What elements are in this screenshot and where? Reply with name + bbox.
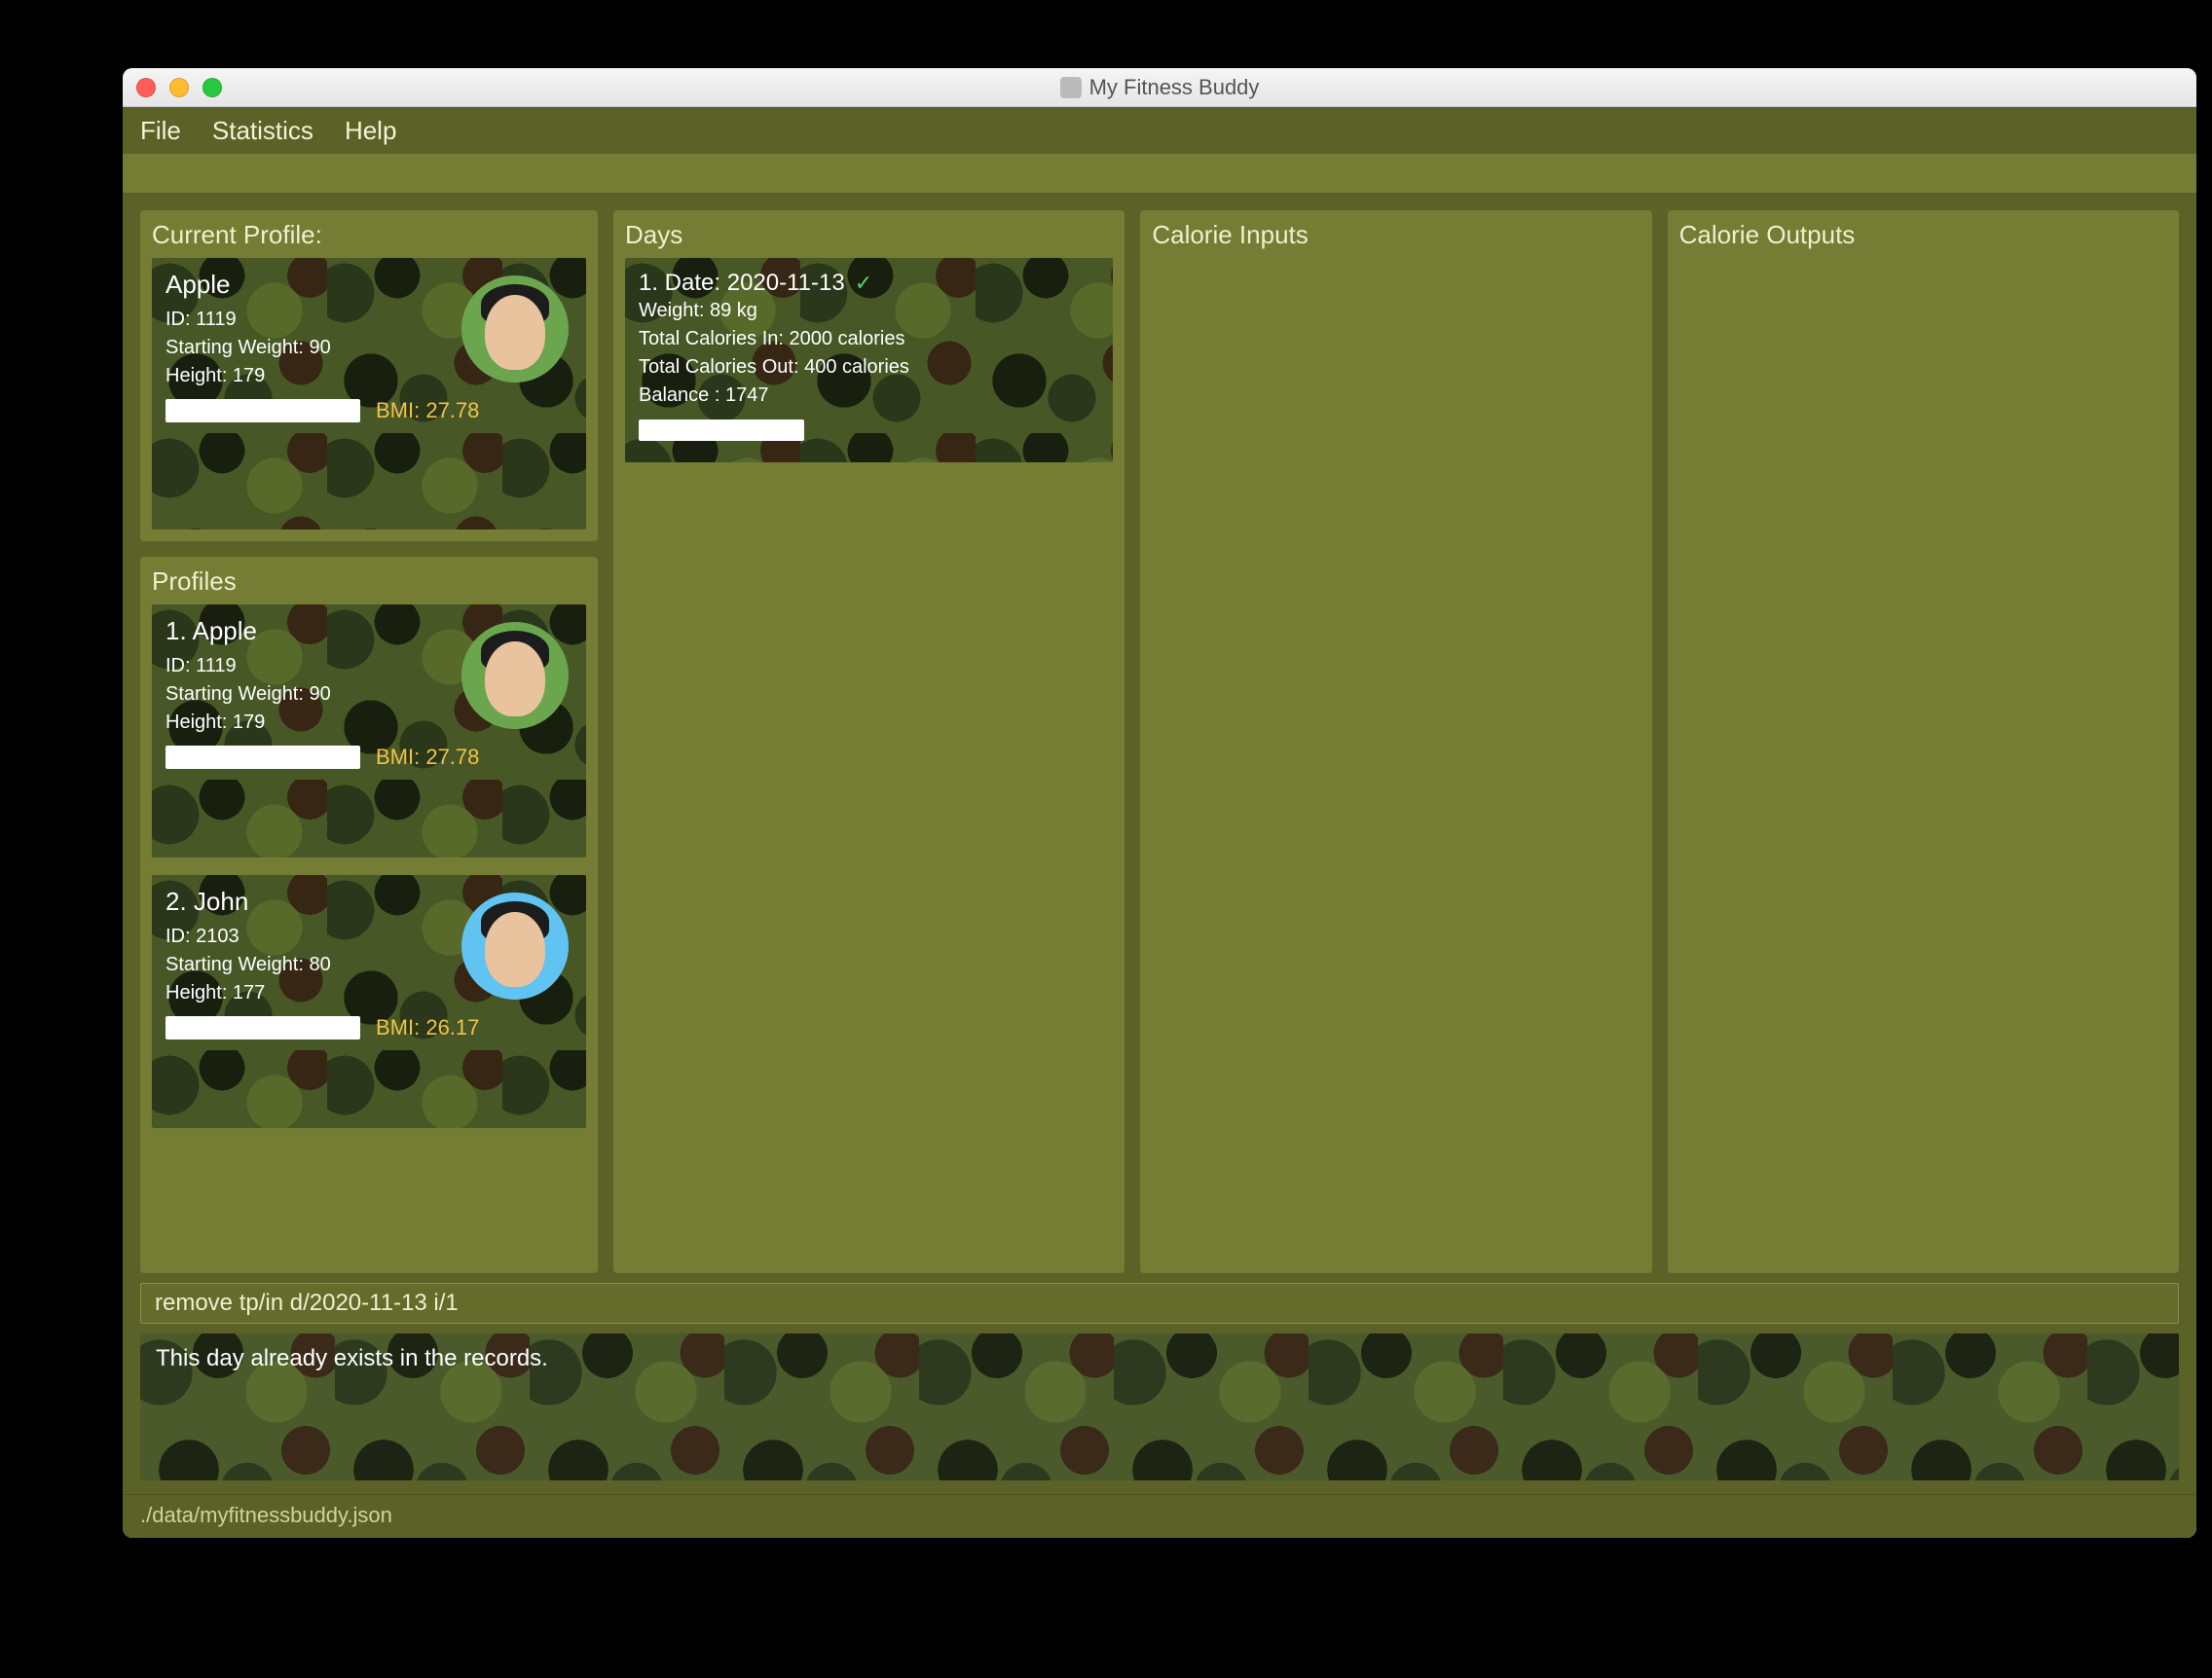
avatar: [461, 622, 569, 729]
title-bar-title: My Fitness Buddy: [123, 75, 2196, 100]
menu-bar: File Statistics Help: [123, 107, 2196, 154]
menu-statistics[interactable]: Statistics: [212, 116, 313, 146]
window-title: My Fitness Buddy: [1089, 75, 1260, 100]
profile-bmi: BMI: 26.17: [376, 1015, 479, 1040]
day-title: 1. Date: 2020-11-13: [639, 270, 845, 297]
app-window: My Fitness Buddy File Statistics Help Cu…: [123, 68, 2196, 1538]
avatar: [461, 275, 569, 383]
day-calories-out: Total Calories Out: 400 calories: [639, 353, 1099, 382]
days-title: Days: [625, 220, 1113, 250]
calorie-inputs-title: Calorie Inputs: [1152, 220, 1640, 250]
checkmark-icon: ✓: [855, 271, 872, 296]
minimize-window-button[interactable]: [169, 78, 189, 97]
bmi-progress-bar: [166, 399, 360, 422]
status-path: ./data/myfitnessbuddy.json: [140, 1503, 392, 1527]
profile-bmi: BMI: 27.78: [376, 745, 479, 770]
command-input[interactable]: [140, 1283, 2179, 1324]
accent-strip: [123, 154, 2196, 193]
day-weight: Weight: 89 kg: [639, 297, 1099, 325]
menu-file[interactable]: File: [140, 116, 181, 146]
bmi-progress-bar: [166, 1016, 360, 1040]
profiles-panel: Profiles 1. Apple ID: 1119 Starting Weig…: [140, 557, 598, 1273]
profile-list-item[interactable]: 1. Apple ID: 1119 Starting Weight: 90 He…: [152, 604, 586, 857]
day-balance: Balance : 1747: [639, 382, 1099, 410]
calorie-outputs-title: Calorie Outputs: [1679, 220, 2167, 250]
app-icon: [1060, 77, 1082, 98]
calorie-outputs-column: Calorie Outputs: [1668, 210, 2179, 1273]
message-box: This day already exists in the records.: [140, 1333, 2179, 1480]
profiles-list[interactable]: 1. Apple ID: 1119 Starting Weight: 90 He…: [152, 604, 586, 1261]
day-card[interactable]: 1. Date: 2020-11-13 ✓ Weight: 89 kg Tota…: [625, 258, 1113, 462]
status-bar: ./data/myfitnessbuddy.json: [123, 1494, 2196, 1538]
message-area: This day already exists in the records.: [123, 1333, 2196, 1494]
day-calories-in: Total Calories In: 2000 calories: [639, 325, 1099, 353]
left-column: Current Profile: Apple ID: 1119 Starting…: [140, 210, 598, 1273]
main-content: Current Profile: Apple ID: 1119 Starting…: [123, 193, 2196, 1273]
close-window-button[interactable]: [136, 78, 156, 97]
current-profile-title: Current Profile:: [152, 220, 586, 250]
fullscreen-window-button[interactable]: [203, 78, 222, 97]
bmi-progress-bar: [166, 746, 360, 769]
calorie-outputs-list[interactable]: [1679, 258, 2167, 1261]
profiles-title: Profiles: [152, 566, 586, 597]
current-profile-card[interactable]: Apple ID: 1119 Starting Weight: 90 Heigh…: [152, 258, 586, 529]
profile-bmi: BMI: 27.78: [376, 398, 479, 423]
day-progress-bar: [639, 420, 804, 441]
menu-help[interactable]: Help: [345, 116, 396, 146]
traffic-lights: [136, 78, 222, 97]
message-text: This day already exists in the records.: [156, 1345, 2163, 1372]
title-bar: My Fitness Buddy: [123, 68, 2196, 107]
days-column: Days 1. Date: 2020-11-13 ✓ Weight: 89 kg…: [613, 210, 1124, 1273]
current-profile-panel: Current Profile: Apple ID: 1119 Starting…: [140, 210, 598, 541]
profile-list-item[interactable]: 2. John ID: 2103 Starting Weight: 80 Hei…: [152, 875, 586, 1128]
command-row: [123, 1273, 2196, 1333]
avatar: [461, 893, 569, 1000]
calorie-inputs-column: Calorie Inputs: [1140, 210, 1651, 1273]
days-list[interactable]: 1. Date: 2020-11-13 ✓ Weight: 89 kg Tota…: [625, 258, 1113, 1261]
calorie-inputs-list[interactable]: [1152, 258, 1640, 1261]
